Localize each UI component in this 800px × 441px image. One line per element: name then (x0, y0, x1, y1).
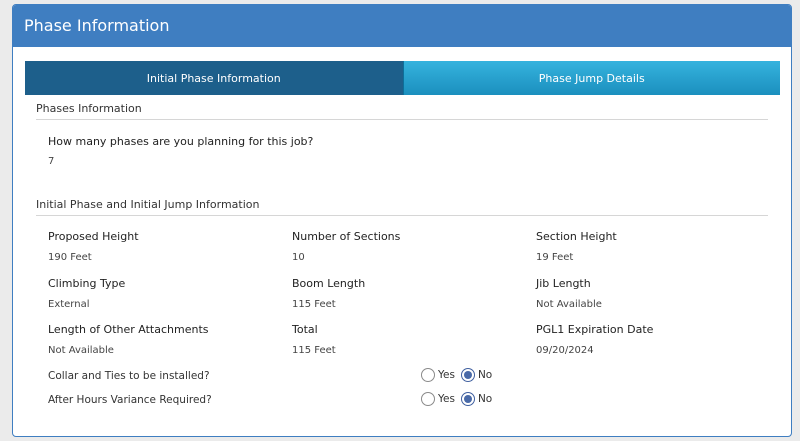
radio-unchecked-icon[interactable] (421, 368, 435, 382)
field-climbing-type: Climbing Type External (48, 277, 125, 310)
after-hours-variance-no-radio[interactable]: No (460, 392, 493, 406)
field-total: Total 115 Feet (292, 323, 336, 356)
radio-label: No (477, 369, 493, 381)
tab-phase-jump-details[interactable]: Phase Jump Details (402, 61, 780, 95)
collar-and-ties-no-radio[interactable]: No (460, 368, 493, 382)
field-section-height: Section Height 19 Feet (536, 230, 617, 263)
radio-checked-icon[interactable] (460, 392, 475, 406)
field-label: Length of Other Attachments (48, 323, 209, 336)
field-label: Climbing Type (48, 277, 126, 290)
field-value: 09/20/2024 (536, 345, 594, 356)
radio-unchecked-icon[interactable] (421, 392, 435, 406)
after-hours-variance-row: After Hours Variance Required? Yes No (48, 392, 508, 410)
panel-title: Phase Information (13, 5, 791, 47)
after-hours-variance-label: After Hours Variance Required? (48, 394, 212, 406)
after-hours-variance-radio-group: Yes No (421, 392, 498, 406)
field-label: Section Height (536, 230, 617, 243)
field-boom-length: Boom Length 115 Feet (292, 277, 365, 310)
initial-jump-section-title: Initial Phase and Initial Jump Informati… (36, 198, 768, 216)
field-label: Jib Length (536, 277, 591, 290)
field-number-of-sections: Number of Sections 10 (292, 230, 400, 263)
field-label: Boom Length (292, 277, 366, 290)
field-value: Not Available (536, 299, 602, 310)
field-label: PGL1 Expiration Date (536, 323, 654, 336)
field-value: 10 (292, 252, 305, 263)
collar-and-ties-row: Collar and Ties to be installed? Yes No (48, 368, 508, 386)
field-label: Number of Sections (292, 230, 401, 243)
field-value: External (48, 299, 90, 310)
tab-initial-phase-information[interactable]: Initial Phase Information (25, 61, 403, 95)
collar-and-ties-yes-radio[interactable]: Yes (421, 368, 455, 382)
field-value: Not Available (48, 345, 114, 356)
field-value: 115 Feet (292, 299, 336, 310)
field-value: 190 Feet (48, 252, 92, 263)
radio-label: No (477, 393, 493, 405)
field-jib-length: Jib Length Not Available (536, 277, 602, 310)
field-value: 19 Feet (536, 252, 574, 263)
phases-question: How many phases are you planning for thi… (48, 135, 314, 148)
collar-and-ties-label: Collar and Ties to be installed? (48, 370, 210, 382)
phase-information-panel: Phase Information Initial Phase Informat… (12, 4, 792, 437)
radio-label: Yes (438, 369, 455, 381)
field-proposed-height: Proposed Height 190 Feet (48, 230, 139, 263)
tab-bar: Initial Phase Information Phase Jump Det… (25, 61, 780, 95)
collar-and-ties-radio-group: Yes No (421, 368, 498, 382)
field-value: 115 Feet (292, 345, 336, 356)
field-pgl1-expiration-date: PGL1 Expiration Date 09/20/2024 (536, 323, 653, 356)
radio-checked-icon[interactable] (460, 368, 475, 382)
after-hours-variance-yes-radio[interactable]: Yes (421, 392, 455, 406)
field-label: Total (292, 323, 318, 336)
radio-label: Yes (438, 393, 455, 405)
field-label: Proposed Height (48, 230, 139, 243)
field-length-of-other-attachments: Length of Other Attachments Not Availabl… (48, 323, 208, 356)
phases-answer: 7 (48, 156, 55, 167)
phases-section-title: Phases Information (36, 102, 768, 120)
